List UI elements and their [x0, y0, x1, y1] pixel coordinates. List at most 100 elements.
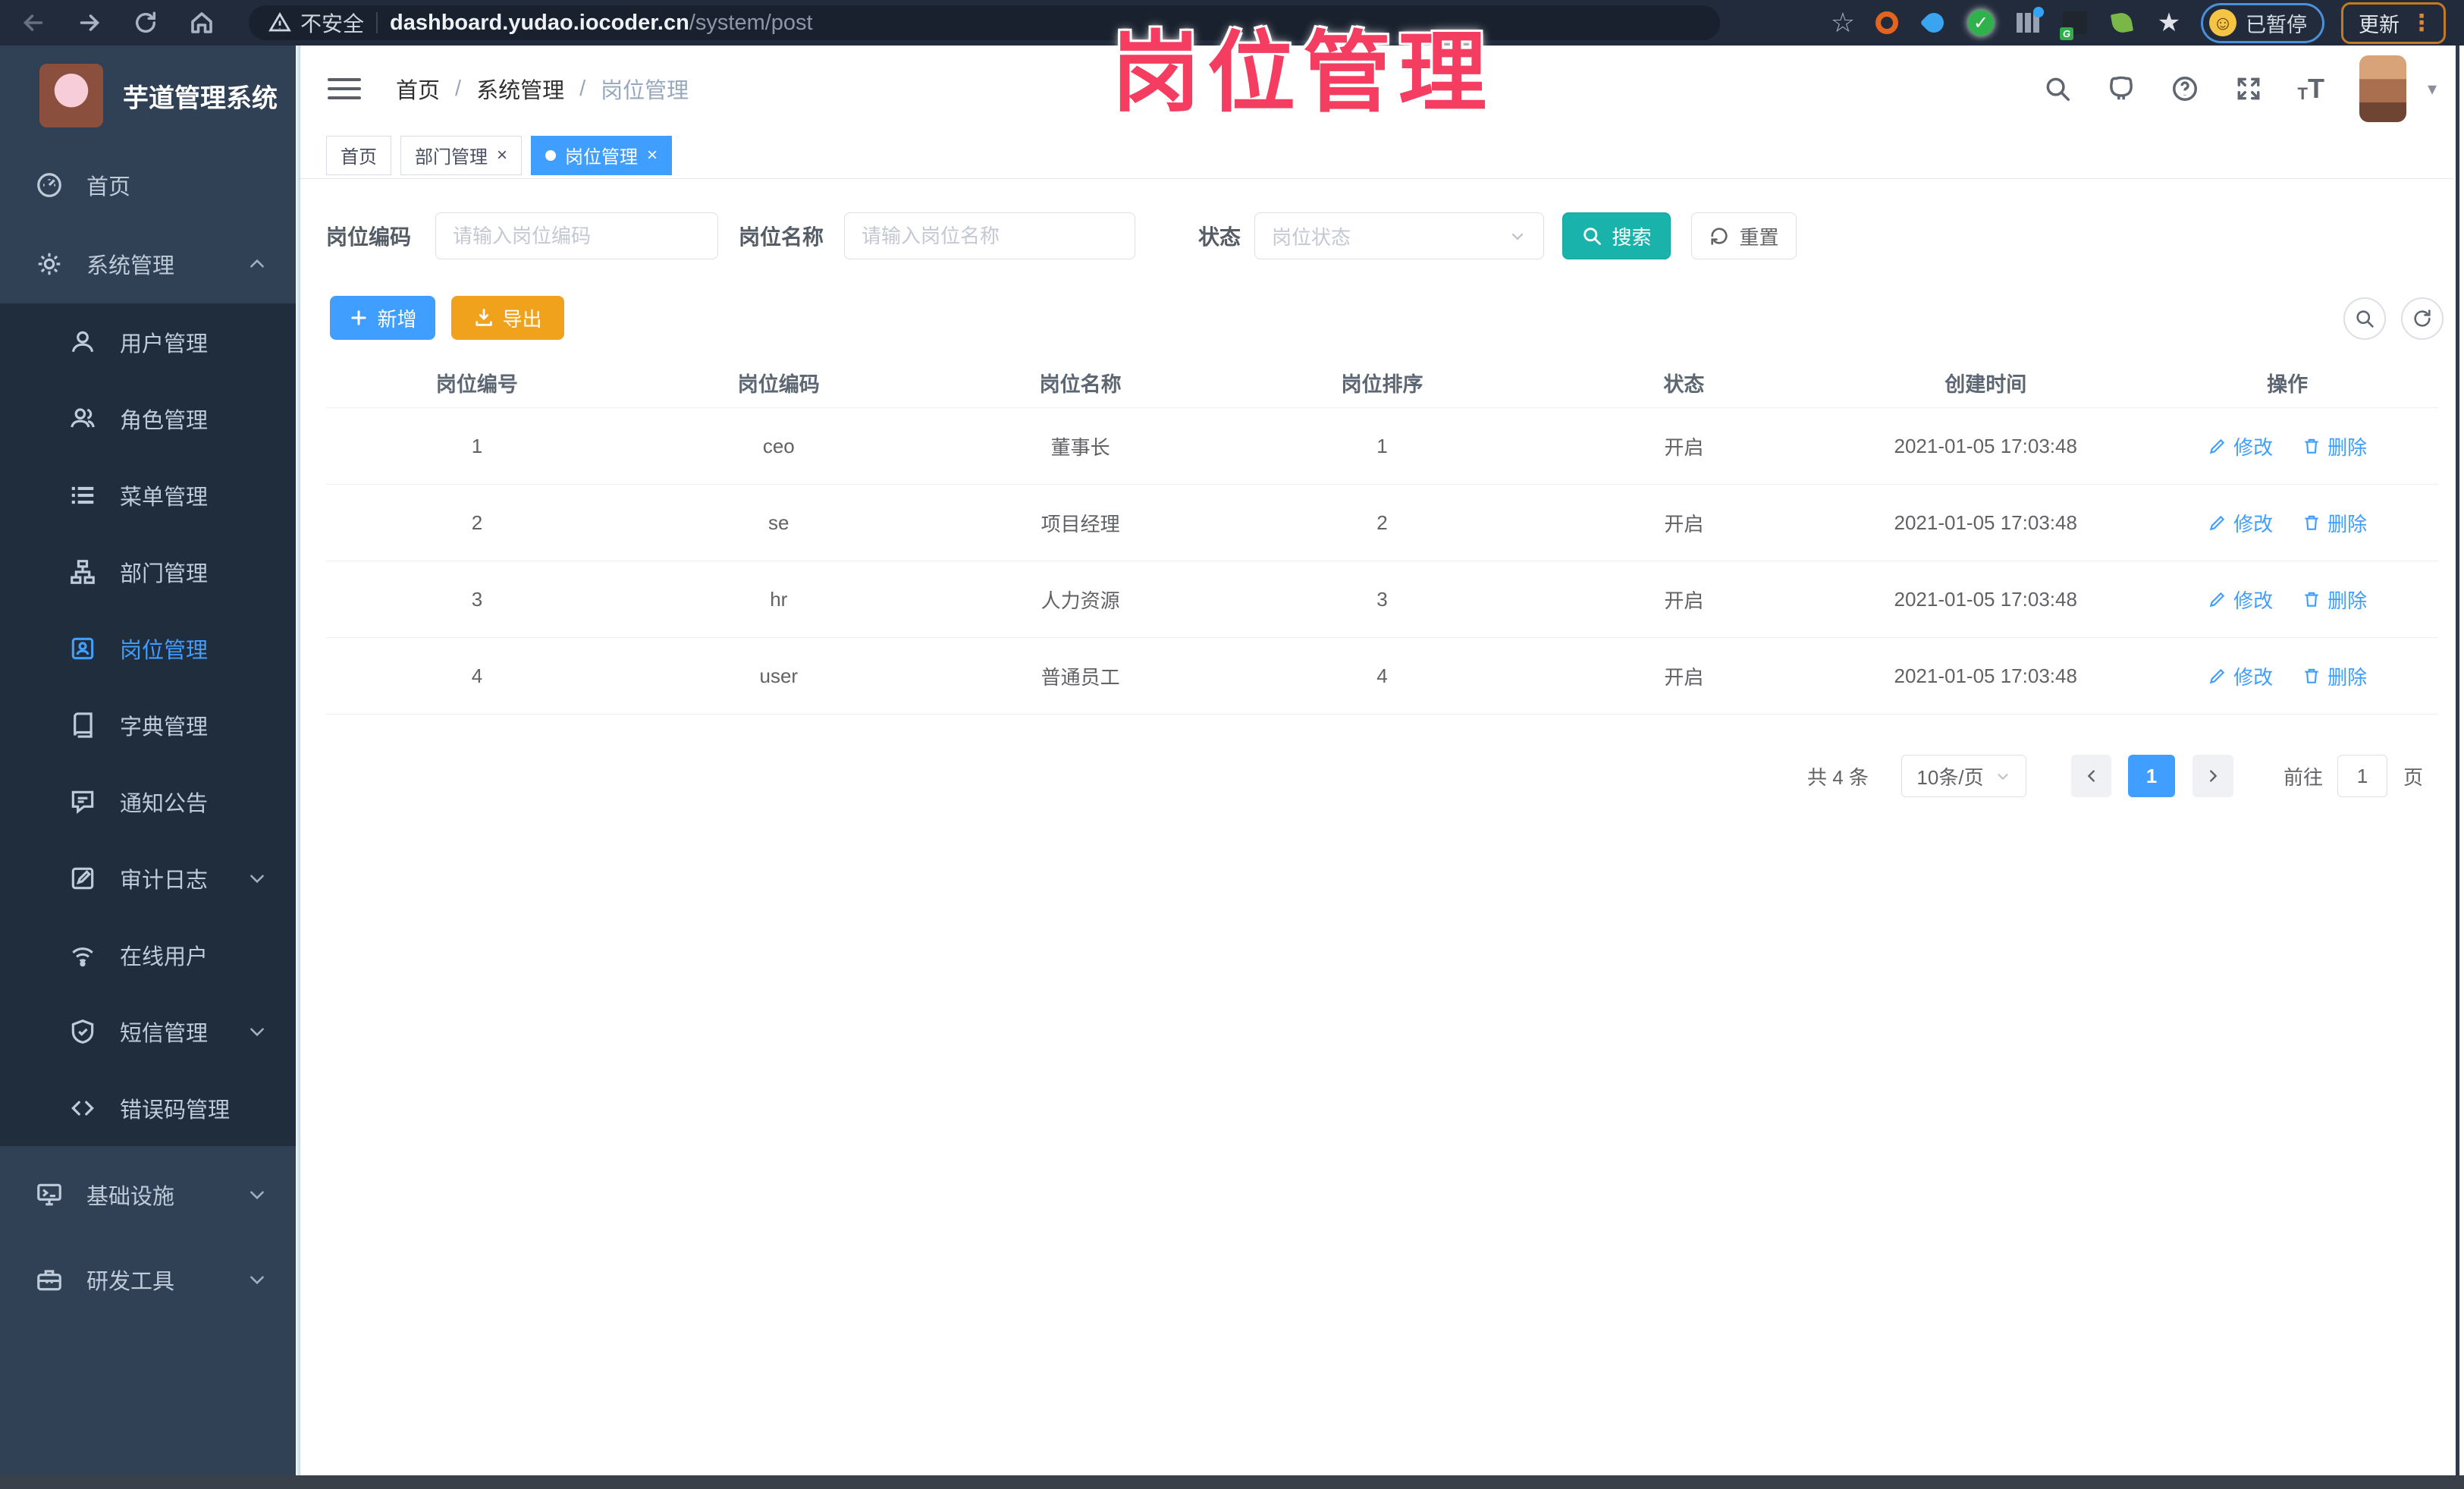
delete-link[interactable]: 删除	[2302, 586, 2367, 614]
sidebar-item-home[interactable]: 首页	[0, 146, 296, 225]
address-bar[interactable]: 不安全 dashboard.yudao.iocoder.cn/system/po…	[249, 5, 1720, 40]
breadcrumb-separator: /	[455, 76, 462, 101]
extension-grid-icon[interactable]	[2013, 7, 2044, 38]
navbar-actions: TT ▾	[2043, 55, 2437, 122]
paused-badge[interactable]: ☺ 已暂停	[2201, 2, 2324, 43]
breadcrumb: 首页 / 系统管理 / 岗位管理	[396, 73, 689, 105]
tab-posts[interactable]: 岗位管理 ×	[531, 135, 673, 175]
sidebar-scrollbar[interactable]	[296, 46, 300, 1475]
fullscreen-icon[interactable]	[2234, 74, 2263, 103]
security-warning[interactable]: 不安全	[268, 8, 364, 38]
sidebar-item-dev-tools[interactable]: 研发工具	[0, 1237, 296, 1322]
breadcrumb-home[interactable]: 首页	[396, 73, 440, 105]
extension-leaf-icon[interactable]	[2107, 8, 2137, 38]
add-button[interactable]: 新增	[330, 296, 435, 340]
bookmark-star-icon[interactable]: ☆	[1831, 7, 1855, 39]
page-size-select[interactable]: 10条/页	[1901, 755, 2026, 797]
edit-link[interactable]: 修改	[2208, 662, 2273, 690]
goto-page-input[interactable]	[2337, 755, 2387, 797]
close-icon[interactable]: ×	[497, 146, 507, 165]
sidebar-item-posts[interactable]: 岗位管理	[0, 610, 296, 686]
trash-icon	[2305, 668, 2318, 683]
edit-link[interactable]: 修改	[2208, 509, 2273, 537]
hamburger-icon[interactable]	[328, 72, 361, 105]
sidebar-item-label: 首页	[86, 175, 131, 199]
cell-operations: 修改 删除	[2136, 662, 2438, 690]
sidebar-item-audit-log[interactable]: 审计日志	[0, 840, 296, 916]
tab-label: 岗位管理	[565, 147, 639, 168]
prev-page-button[interactable]	[2071, 755, 2111, 797]
browser-forward-icon[interactable]	[74, 8, 105, 38]
breadcrumb-system[interactable]: 系统管理	[476, 73, 564, 105]
post-name-input[interactable]	[844, 212, 1135, 259]
font-size-icon[interactable]: TT	[2298, 75, 2324, 102]
edit-label: 修改	[2233, 435, 2274, 459]
extension-green-check-icon[interactable]: ✓	[1966, 8, 1996, 38]
url-path: /system/post	[689, 10, 813, 35]
sidebar-item-infrastructure[interactable]: 基础设施	[0, 1152, 296, 1237]
reset-button[interactable]: 重置	[1691, 212, 1797, 259]
delete-link[interactable]: 删除	[2302, 432, 2367, 460]
post-name-label: 岗位名称	[739, 225, 824, 249]
extension-orange-ring-icon[interactable]	[1872, 8, 1902, 38]
chevron-down-icon[interactable]: ▾	[2428, 78, 2437, 100]
sidebar-item-sms[interactable]: 短信管理	[0, 993, 296, 1070]
next-page-button[interactable]	[2192, 755, 2233, 797]
main-area: 首页 / 系统管理 / 岗位管理 TT ▾ 首页 部门管理 × 岗位管理 × 岗…	[300, 46, 2464, 1475]
cell-operations: 修改 删除	[2136, 432, 2438, 460]
app-title: 芋道管理系统	[123, 83, 278, 113]
cell-post-name: 项目经理	[1041, 512, 1120, 536]
tab-departments[interactable]: 部门管理 ×	[400, 135, 523, 175]
delete-label: 删除	[2327, 512, 2368, 536]
browser-reload-icon[interactable]	[130, 8, 161, 38]
update-button[interactable]: 更新 ⋮	[2341, 2, 2446, 44]
cell-created-time: 2021-01-05 17:03:48	[1894, 587, 2077, 611]
sidebar-item-error-codes[interactable]: 错误码管理	[0, 1070, 296, 1146]
delete-link[interactable]: 删除	[2302, 662, 2367, 690]
plus-icon	[351, 310, 367, 325]
page-scrollbar[interactable]	[2453, 46, 2464, 1475]
post-code-input[interactable]	[435, 212, 718, 259]
extension-stack-icon[interactable]: G	[2060, 8, 2090, 40]
browser-home-icon[interactable]	[187, 8, 217, 38]
sidebar-item-system[interactable]: 系统管理	[0, 225, 296, 303]
extension-blue-pin-icon[interactable]	[1919, 8, 1949, 38]
search-icon[interactable]	[2043, 74, 2072, 103]
edit-link[interactable]: 修改	[2208, 432, 2273, 460]
sidebar-item-label: 系统管理	[86, 254, 175, 278]
delete-link[interactable]: 删除	[2302, 509, 2367, 537]
delete-label: 删除	[2327, 589, 2368, 612]
browser-back-icon[interactable]	[18, 8, 49, 38]
help-icon[interactable]	[2171, 74, 2199, 103]
browser-menu-icon[interactable]: ⋮	[2410, 10, 2433, 36]
export-button[interactable]: 导出	[451, 296, 564, 340]
infrastructure-icon	[35, 1180, 64, 1209]
refresh-table-button[interactable]	[2401, 297, 2444, 340]
sidebar-item-menus[interactable]: 菜单管理	[0, 457, 296, 533]
extension-star-icon[interactable]: ★	[2154, 8, 2184, 38]
breadcrumb-separator: /	[579, 76, 586, 101]
edit-link[interactable]: 修改	[2208, 586, 2273, 614]
github-icon[interactable]	[2107, 74, 2136, 103]
sidebar-item-users[interactable]: 用户管理	[0, 303, 296, 380]
sidebar: 芋道管理系统 首页 系统管理 用户管理 角色管理 菜单管理 部门管理 岗位管理 …	[0, 46, 296, 1475]
search-button[interactable]: 搜索	[1562, 212, 1671, 259]
sidebar-item-announcements[interactable]: 通知公告	[0, 763, 296, 840]
close-icon[interactable]: ×	[647, 146, 658, 165]
tab-home[interactable]: 首页	[326, 135, 391, 175]
avatar[interactable]	[2359, 55, 2406, 122]
sidebar-item-roles[interactable]: 角色管理	[0, 380, 296, 457]
current-page-button[interactable]: 1	[2128, 755, 2175, 797]
download-icon	[476, 309, 493, 326]
sidebar-item-departments[interactable]: 部门管理	[0, 533, 296, 610]
cell-operations: 修改 删除	[2136, 509, 2438, 537]
trash-icon	[2305, 438, 2318, 454]
status-select[interactable]: 岗位状态	[1254, 212, 1544, 259]
cell-post-id: 3	[471, 587, 483, 611]
sidebar-item-label: 岗位管理	[120, 638, 209, 663]
sidebar-item-dictionary[interactable]: 字典管理	[0, 686, 296, 763]
cell-status: 开启	[1664, 665, 1704, 689]
toggle-search-button[interactable]	[2343, 297, 2386, 340]
sidebar-item-online-users[interactable]: 在线用户	[0, 916, 296, 993]
emoji-face-icon: ☺	[2209, 9, 2236, 36]
